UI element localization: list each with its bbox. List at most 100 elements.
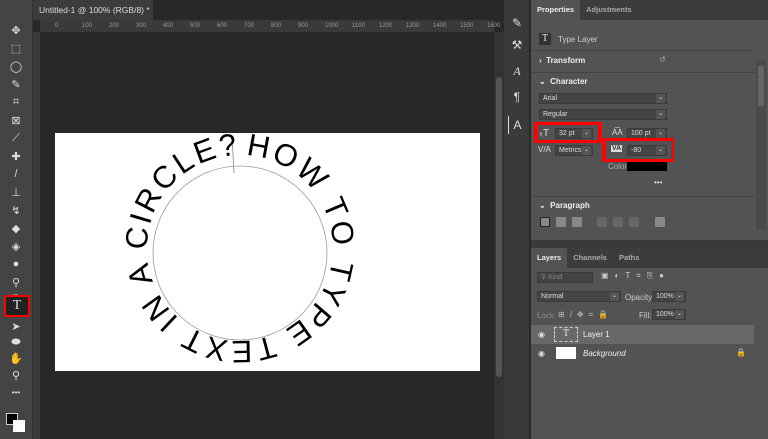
background-thumbnail [556,347,576,359]
blur-tool[interactable]: ● [6,256,26,272]
brush-settings-icon[interactable]: ✎ [508,14,526,32]
lock-icon: 🔒 [736,348,746,357]
more-options-icon[interactable]: ••• [654,178,662,187]
tab-paths[interactable]: Paths [613,248,645,268]
panel-icon-strip: ✎ ⚒ A ¶ A [504,0,530,439]
align-right-button[interactable] [572,217,582,227]
move-tool[interactable]: ✥ [6,22,26,38]
chevron-right-icon: › [539,56,542,65]
tab-properties[interactable]: Properties [531,0,581,20]
ruler-tick-label: 0 [55,23,59,29]
curved-text[interactable]: HOW TO TYPE TEXT IN A CIRCLE? [118,127,361,369]
visibility-eye-icon[interactable]: ◉ [538,330,545,339]
lock-icons[interactable]: ⊞/✥⌗🔒 [558,310,613,320]
font-style-dropdown[interactable]: Regular ⌄ [539,109,667,120]
transform-section[interactable]: › Transform [539,56,585,65]
fill-label: Fill: [639,311,652,320]
ruler-tick-label: 1200 [379,23,393,29]
layer-name[interactable]: Layer 1 [583,330,610,339]
paragraph-section[interactable]: ⌄ Paragraph [539,201,590,210]
character-section[interactable]: ⌄ Character [539,77,588,86]
quick-select-tool[interactable]: ✎ [6,76,26,92]
layer-row-background[interactable]: ◉ Background 🔒 [531,344,754,363]
circle-text-svg: HOW TO TYPE TEXT IN A CIRCLE? [118,127,361,369]
chevron-down-icon: ⌄ [539,77,546,86]
reset-icon[interactable]: ↺ [659,55,666,64]
justify-last-center-button[interactable] [613,217,623,227]
brush-tool[interactable]: / [6,166,26,182]
properties-scrollbar[interactable] [756,60,766,230]
more-tools[interactable]: ••• [6,384,26,400]
document-title: Untitled-1 @ 100% (RGB/8) * [39,5,150,15]
visibility-eye-icon[interactable]: ◉ [538,349,545,358]
crop-tool[interactable]: ⌗ [6,94,26,110]
paragraph-style-icon[interactable]: ¶ [508,88,526,106]
ruler-tick-label: 300 [136,23,147,29]
layer-type-label: Type Layer [558,35,598,44]
justify-last-right-button[interactable] [629,217,639,227]
type-tool[interactable]: T [4,295,30,317]
layers-tabs: Layers Channels Paths [531,248,768,268]
character-icon[interactable]: A [508,62,526,80]
tab-adjustments[interactable]: Adjustments [580,0,637,20]
ruler-tick-label: 700 [244,23,255,29]
text-color-swatch[interactable] [627,162,667,171]
layer-filter-icons[interactable]: ▣◐T⌗⎘● [601,271,670,281]
lock-label: Lock: [537,311,557,320]
path-selection-tool[interactable]: ➤ [6,318,26,334]
tab-channels[interactable]: Channels [567,248,613,268]
ruler-tick-label: 1100 [352,23,365,29]
blend-mode-dropdown[interactable]: Normal ⌄ [537,291,621,302]
eraser-tool[interactable]: ◆ [6,220,26,236]
glyphs-icon[interactable]: A [508,116,526,134]
paint-bucket-tool[interactable]: ◈ [6,238,26,254]
layer-name[interactable]: Background [583,349,626,358]
ellipse-tool[interactable]: ⬬ [6,334,26,350]
leading-icon: A͡A [612,128,623,137]
kerning-dropdown[interactable]: Metrics ⌄ [555,145,593,156]
ruler-tick-label: 100 [82,23,93,29]
horizontal-ruler: 0 100 200 300 400 500 600 700 800 900 1000 1100 1200… [40,20,500,32]
eyedropper-tool[interactable]: ⟋ [6,130,26,146]
zoom-tool[interactable]: ⚲ [6,367,26,383]
background-color-swatch[interactable] [13,420,25,432]
right-panels: Properties Adjustments T Type Layer › Tr… [531,0,768,439]
color-label: Color [608,162,628,171]
tab-layers[interactable]: Layers [531,248,568,268]
align-left-button[interactable] [540,217,550,227]
ruler-tick-label: 500 [190,23,201,29]
hand-tool[interactable]: ✋ [6,350,26,366]
type-layer-thumbnail: T [554,327,578,342]
opacity-field[interactable]: 100% ⌄ [652,291,686,302]
highlight-font-size [534,122,601,143]
opacity-label: Opacity: [625,293,655,302]
healing-brush-tool[interactable]: ✚ [6,148,26,164]
ruler-tick-label: 600 [217,23,228,29]
align-center-button[interactable] [556,217,566,227]
brushes-icon[interactable]: ⚒ [508,36,526,54]
frame-tool[interactable]: ⊠ [6,112,26,128]
justify-last-left-button[interactable] [597,217,607,227]
ruler-tick-label: 1300 [406,23,420,29]
ruler-tick-label: 1400 [433,23,447,29]
history-brush-tool[interactable]: ↯ [6,202,26,218]
ruler-tick-label: 400 [163,23,174,29]
marquee-tool[interactable]: ⬚ [6,40,26,56]
ruler-tick-label: 1000 [325,23,339,29]
layer-filter-kind[interactable]: ⚲ Kind [537,272,593,283]
font-family-dropdown[interactable]: Arial ⌄ [539,93,667,104]
layer-row-layer-1[interactable]: ◉ T Layer 1 [531,325,754,344]
canvas[interactable]: HOW TO TYPE TEXT IN A CIRCLE? [55,127,480,371]
justify-all-button[interactable] [655,217,665,227]
ruler-tick-label: 1600 [487,23,501,29]
clone-stamp-tool[interactable]: ⊥ [6,184,26,200]
ruler-tick-label: 900 [298,23,309,29]
highlight-tracking [602,138,674,162]
fill-field[interactable]: 100% ⌄ [652,309,686,320]
properties-tabs: Properties Adjustments [531,0,768,20]
kerning-icon: V/A [538,145,551,154]
lasso-tool[interactable]: ◯ [6,58,26,74]
document-tab[interactable]: Untitled-1 @ 100% (RGB/8) * × [33,0,153,35]
vertical-scrollbar[interactable] [494,32,504,439]
ruler-tick-label: 1500 [460,23,474,29]
